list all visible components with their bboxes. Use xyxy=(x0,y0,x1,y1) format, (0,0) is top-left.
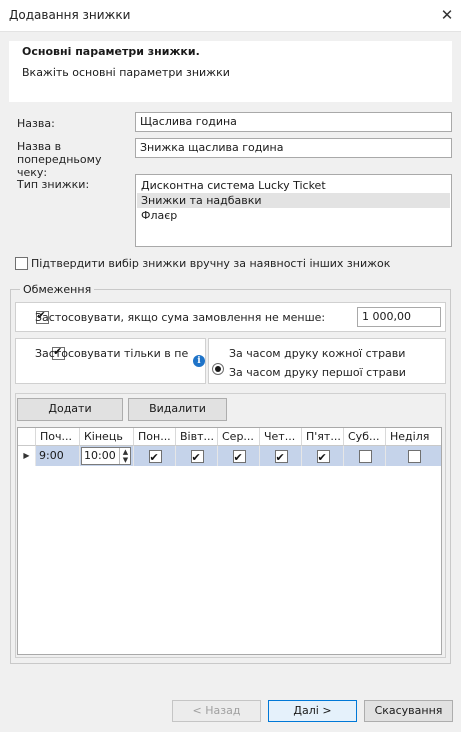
info-icon[interactable]: i xyxy=(193,355,205,367)
thursday-checkbox[interactable] xyxy=(274,448,288,466)
min-sum-label: Застосовувати, якщо сума замовлення не м… xyxy=(35,311,326,324)
cell-start[interactable]: 9:00 xyxy=(36,446,80,466)
min-sum-input[interactable]: 1 000,00 xyxy=(357,307,441,327)
confirm-checkbox[interactable] xyxy=(15,257,28,270)
period-panel xyxy=(15,338,206,384)
column-header-end[interactable]: Кінець xyxy=(80,428,134,446)
schedule-grid[interactable]: Поч... Кінець Пон... Вівт... Сер... Чет.… xyxy=(17,427,442,655)
header-title: Основні параметри знижки. xyxy=(22,45,200,58)
cell-thursday[interactable] xyxy=(260,446,302,466)
cell-saturday[interactable] xyxy=(344,446,386,466)
cell-monday[interactable] xyxy=(134,446,176,466)
column-header-tuesday[interactable]: Вівт... xyxy=(176,428,218,446)
cell-friday[interactable] xyxy=(302,446,344,466)
window-title: Додавання знижки xyxy=(9,8,131,22)
column-header-wednesday[interactable]: Сер... xyxy=(218,428,260,446)
column-header-sunday[interactable]: Неділя xyxy=(386,428,441,446)
tuesday-checkbox[interactable] xyxy=(190,448,204,466)
saturday-checkbox[interactable] xyxy=(358,450,372,463)
discount-type-option[interactable]: Дисконтна система Lucky Ticket xyxy=(137,178,450,193)
time-spinner-icon[interactable]: ▲ ▼ xyxy=(119,448,131,464)
end-time-value[interactable]: 10:00 xyxy=(84,448,116,464)
monday-checkbox[interactable] xyxy=(148,448,162,466)
delete-button[interactable]: Видалити xyxy=(128,398,227,421)
add-button[interactable]: Додати xyxy=(17,398,123,421)
discount-type-option-selected[interactable]: Знижки та надбавки xyxy=(137,193,450,208)
column-header-friday[interactable]: П'ят... xyxy=(302,428,344,446)
next-button[interactable]: Далі > xyxy=(268,700,357,722)
row-header-corner xyxy=(18,428,36,446)
friday-checkbox[interactable] xyxy=(316,448,330,466)
column-header-thursday[interactable]: Чет... xyxy=(260,428,302,446)
restrictions-group-title: Обмеження xyxy=(20,283,95,296)
name-input[interactable]: Щаслива година xyxy=(135,112,452,132)
radio-each-dish-label: За часом друку кожної страви xyxy=(229,347,406,360)
back-button[interactable]: < Назад xyxy=(172,700,261,722)
wednesday-checkbox[interactable] xyxy=(232,448,246,466)
end-time-editor[interactable]: 10:00 ▲ ▼ xyxy=(81,447,131,465)
table-row[interactable]: ▶ 9:00 10:00 ▲ ▼ xyxy=(18,446,441,466)
radio-first-dish-label: За часом друку першої страви xyxy=(229,366,406,379)
row-indicator-icon: ▶ xyxy=(18,446,36,466)
discount-type-label: Тип знижки: xyxy=(17,178,90,191)
radio-each-dish[interactable] xyxy=(212,363,224,375)
sunday-checkbox[interactable] xyxy=(407,450,421,463)
column-header-saturday[interactable]: Суб... xyxy=(344,428,386,446)
receipt-name-input[interactable]: Знижка щаслива година xyxy=(135,138,452,158)
discount-type-option[interactable]: Флаєр xyxy=(137,208,450,223)
cell-tuesday[interactable] xyxy=(176,446,218,466)
receipt-name-label: Назва в попередньому чеку: xyxy=(17,140,102,179)
close-icon[interactable]: ✕ xyxy=(436,4,458,26)
cell-end[interactable]: 10:00 ▲ ▼ xyxy=(80,446,134,466)
confirm-checkbox-label: Підтвердити вибір знижки вручну за наявн… xyxy=(31,257,391,270)
header-panel: Основні параметри знижки. Вкажіть основн… xyxy=(9,41,452,102)
header-subtitle: Вкажіть основні параметри знижки xyxy=(22,66,230,79)
name-label: Назва: xyxy=(17,117,55,130)
cell-wednesday[interactable] xyxy=(218,446,260,466)
cell-sunday[interactable] xyxy=(386,446,441,466)
column-header-monday[interactable]: Пон... xyxy=(134,428,176,446)
period-label: Застосовувати тільки в період xyxy=(35,347,188,360)
column-header-start[interactable]: Поч... xyxy=(36,428,80,446)
cancel-button[interactable]: Скасування xyxy=(364,700,453,722)
discount-type-list[interactable]: Дисконтна система Lucky Ticket Знижки та… xyxy=(135,174,452,247)
